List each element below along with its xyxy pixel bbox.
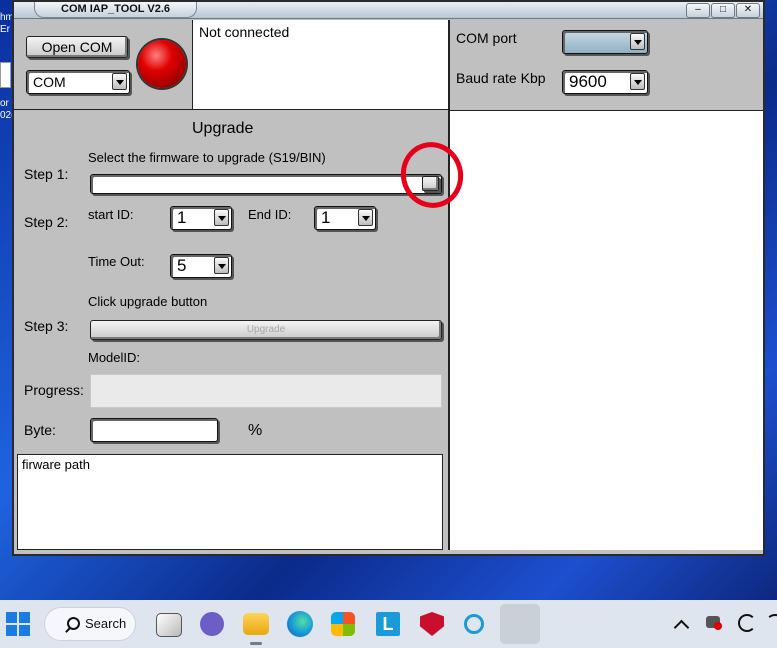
end-id-select[interactable]: 1 xyxy=(314,206,376,230)
l-app-icon[interactable]: L xyxy=(376,612,400,636)
task-view-icon[interactable] xyxy=(156,613,182,637)
desktop-file-icon[interactable] xyxy=(0,62,11,88)
timeout-select[interactable]: 5 xyxy=(170,254,232,278)
timeout-label: Time Out: xyxy=(88,254,145,269)
chevron-down-icon[interactable] xyxy=(630,73,645,90)
chevron-down-icon[interactable] xyxy=(630,33,645,50)
wifi-icon[interactable] xyxy=(766,614,777,630)
chevron-down-icon[interactable] xyxy=(214,257,229,274)
start-id-label: start ID: xyxy=(88,207,134,222)
mcafee-icon[interactable] xyxy=(420,612,444,636)
step3-instruction: Click upgrade button xyxy=(88,294,208,309)
taskbar-search[interactable]: Search xyxy=(44,607,136,641)
open-com-button[interactable]: Open COM xyxy=(26,36,128,58)
log-text: firware path xyxy=(22,457,90,472)
title-bar[interactable]: COM IAP_TOOL V2.6 – □ ✕ xyxy=(14,2,763,19)
upgrade-heading: Upgrade xyxy=(192,120,254,137)
progress-bar xyxy=(90,374,442,408)
output-panel xyxy=(450,110,763,550)
byte-field xyxy=(90,418,218,442)
active-app-indicator xyxy=(250,642,262,645)
progress-label: Progress: xyxy=(24,382,84,398)
search-icon-handle xyxy=(65,627,71,633)
iap-tool-icon[interactable] xyxy=(500,604,540,644)
chat-icon[interactable] xyxy=(200,612,224,636)
minimize-button[interactable]: – xyxy=(686,3,710,18)
edge-icon[interactable] xyxy=(287,611,313,637)
chevron-down-icon[interactable] xyxy=(358,209,373,226)
status-panel: Not connected xyxy=(192,20,450,110)
file-explorer-icon[interactable] xyxy=(243,613,269,635)
end-id-value: 1 xyxy=(321,208,331,227)
cortana-icon[interactable] xyxy=(464,614,484,634)
baud-rate-select[interactable]: 9600 xyxy=(562,70,648,94)
window-title: COM IAP_TOOL V2.6 xyxy=(34,2,198,18)
close-button[interactable]: ✕ xyxy=(736,3,760,18)
end-id-label: End ID: xyxy=(248,207,292,222)
baud-rate-label: Baud rate Kbp xyxy=(456,70,546,86)
firmware-path-field[interactable] xyxy=(90,174,442,194)
start-id-value: 1 xyxy=(177,208,187,227)
maximize-button[interactable]: □ xyxy=(711,3,735,18)
connection-status-led xyxy=(138,40,186,88)
com-port-label: COM port xyxy=(456,30,517,46)
baud-rate-value: 9600 xyxy=(569,72,607,91)
sync-icon[interactable] xyxy=(738,614,756,632)
store-icon[interactable] xyxy=(331,612,355,636)
search-label: Search xyxy=(85,616,127,631)
step1-label: Step 1: xyxy=(24,166,69,182)
step3-label: Step 3: xyxy=(24,318,69,334)
com-select[interactable]: COM xyxy=(26,70,130,94)
com-select-value: COM xyxy=(33,74,66,90)
log-panel[interactable]: firware path xyxy=(17,454,443,550)
timeout-value: 5 xyxy=(177,256,187,275)
chevron-down-icon[interactable] xyxy=(112,73,127,90)
divider xyxy=(14,109,450,110)
chevron-down-icon[interactable] xyxy=(214,209,229,226)
step2-label: Step 2: xyxy=(24,214,69,230)
status-text: Not connected xyxy=(199,24,290,40)
start-id-select[interactable]: 1 xyxy=(170,206,232,230)
percent-label: % xyxy=(248,422,263,439)
step1-instruction: Select the firmware to upgrade (S19/BIN) xyxy=(88,150,326,165)
network-error-badge xyxy=(714,622,722,630)
desktop-label-fragment: Er xyxy=(0,24,10,35)
chevron-up-icon[interactable] xyxy=(673,619,690,636)
byte-label: Byte: xyxy=(24,422,56,438)
upgrade-button[interactable]: Upgrade xyxy=(90,320,442,340)
iap-tool-window: COM IAP_TOOL V2.6 – □ ✕ Open COM COM Not… xyxy=(12,0,765,556)
windows-start-icon[interactable] xyxy=(6,612,30,636)
model-id-label: ModelID: xyxy=(88,350,141,365)
taskbar: Search L xyxy=(0,600,777,648)
com-port-select[interactable] xyxy=(562,30,648,54)
